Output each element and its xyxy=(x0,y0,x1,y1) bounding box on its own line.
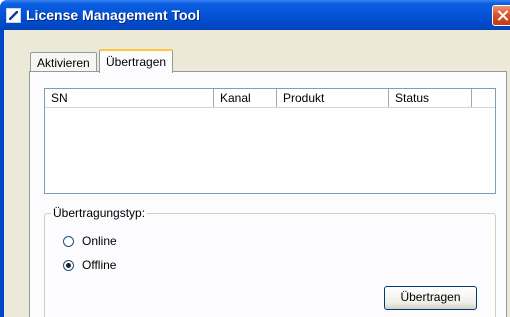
window-title: License Management Tool xyxy=(26,7,200,23)
title-bar[interactable]: License Management Tool xyxy=(0,0,510,30)
column-header-status[interactable]: Status xyxy=(389,89,472,107)
radio-offline-circle[interactable] xyxy=(63,259,74,271)
radio-offline-label[interactable]: Offline xyxy=(82,258,116,272)
license-list[interactable]: SN Kanal Produkt Status xyxy=(44,88,496,194)
column-header-kanal[interactable]: Kanal xyxy=(214,89,277,107)
radio-online-label[interactable]: Online xyxy=(82,234,117,248)
tab-panel-uebertragen: SN Kanal Produkt Status Übertragungstyp:… xyxy=(29,71,507,317)
column-header-sn[interactable]: SN xyxy=(45,89,214,107)
radio-online-circle[interactable] xyxy=(63,235,74,247)
license-management-window: License Management Tool Aktivieren Übert… xyxy=(0,0,510,317)
transfer-type-label: Übertragungstyp: xyxy=(51,206,148,220)
tab-aktivieren[interactable]: Aktivieren xyxy=(30,52,97,71)
radio-online[interactable]: Online xyxy=(63,233,117,249)
radio-offline[interactable]: Offline xyxy=(63,257,116,273)
app-icon xyxy=(6,8,21,23)
transfer-type-group: Übertragungstyp: Online Offline Übertrag… xyxy=(44,206,496,317)
list-header: SN Kanal Produkt Status xyxy=(45,89,495,108)
tab-uebertragen[interactable]: Übertragen xyxy=(99,49,174,73)
close-icon[interactable] xyxy=(492,5,510,26)
transfer-button[interactable]: Übertragen xyxy=(384,286,477,310)
column-header-filler xyxy=(472,89,495,107)
client-area: Aktivieren Übertragen SN Kanal Produkt S… xyxy=(4,30,510,317)
column-header-produkt[interactable]: Produkt xyxy=(277,89,389,107)
